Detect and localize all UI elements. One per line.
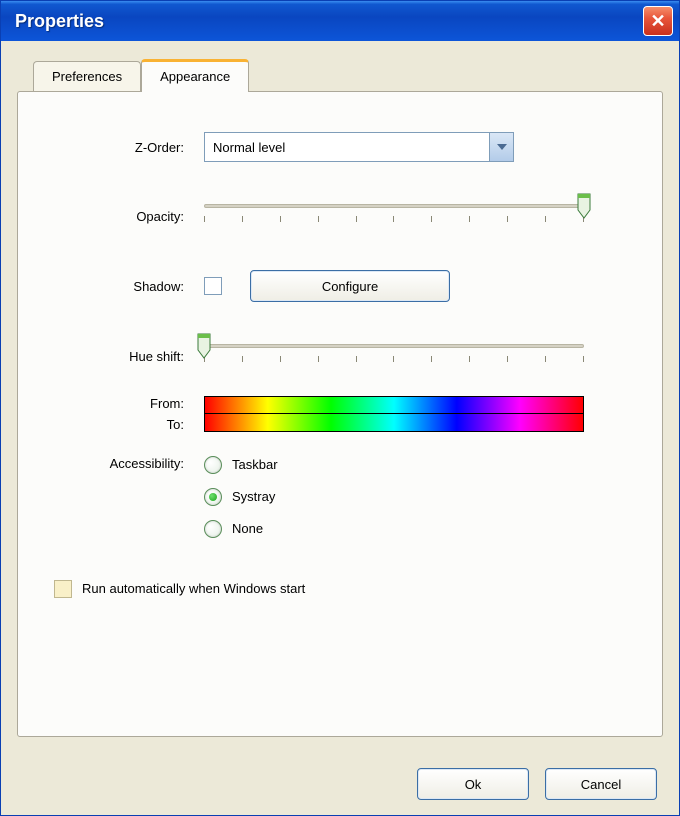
hue-from-bar — [204, 396, 584, 414]
cancel-button[interactable]: Cancel — [545, 768, 657, 800]
zorder-value: Normal level — [213, 140, 489, 155]
accessibility-radio-group: Taskbar Systray None — [204, 456, 626, 552]
properties-window: Properties ✕ Preferences Appearance Z-Or… — [0, 0, 680, 816]
autorun-checkbox[interactable] — [54, 580, 72, 598]
accessibility-radio-taskbar[interactable] — [204, 456, 222, 474]
hue-from-label: From: — [150, 396, 184, 413]
accessibility-option-label: Taskbar — [232, 457, 278, 472]
tab-appearance[interactable]: Appearance — [141, 59, 249, 92]
autorun-label: Run automatically when Windows start — [82, 581, 305, 596]
close-icon: ✕ — [650, 11, 665, 32]
hue-to-label: To: — [167, 417, 184, 434]
ok-button[interactable]: Ok — [417, 768, 529, 800]
close-button[interactable]: ✕ — [643, 6, 673, 36]
chevron-down-icon — [489, 133, 513, 161]
zorder-dropdown[interactable]: Normal level — [204, 132, 514, 162]
tab-strip: Preferences Appearance — [33, 59, 663, 92]
tab-preferences[interactable]: Preferences — [33, 61, 141, 94]
slider-track — [204, 344, 584, 348]
window-title: Properties — [15, 11, 643, 32]
titlebar[interactable]: Properties ✕ — [1, 1, 679, 41]
opacity-slider-thumb[interactable] — [576, 192, 592, 220]
accessibility-label: Accessibility: — [54, 456, 204, 471]
shadow-label: Shadow: — [54, 279, 204, 294]
tab-panel-appearance: Z-Order: Normal level Opacity: — [17, 91, 663, 737]
shadow-checkbox[interactable] — [204, 277, 222, 295]
dialog-footer: Ok Cancel — [1, 753, 679, 815]
hue-from-to-labels: From: To: — [54, 396, 204, 434]
opacity-label: Opacity: — [54, 209, 204, 224]
slider-ticks — [204, 216, 584, 222]
accessibility-option-label: None — [232, 521, 263, 536]
accessibility-option-label: Systray — [232, 489, 275, 504]
accessibility-radio-none[interactable] — [204, 520, 222, 538]
zorder-label: Z-Order: — [54, 140, 204, 155]
accessibility-radio-systray[interactable] — [204, 488, 222, 506]
opacity-slider[interactable] — [204, 196, 584, 236]
hueshift-label: Hue shift: — [54, 349, 204, 364]
configure-button[interactable]: Configure — [250, 270, 450, 302]
client-area: Preferences Appearance Z-Order: Normal l… — [1, 41, 679, 753]
slider-ticks — [204, 356, 584, 362]
slider-track — [204, 204, 584, 208]
hueshift-slider[interactable] — [204, 336, 584, 376]
hueshift-slider-thumb[interactable] — [196, 332, 212, 360]
hue-to-bar — [204, 414, 584, 432]
